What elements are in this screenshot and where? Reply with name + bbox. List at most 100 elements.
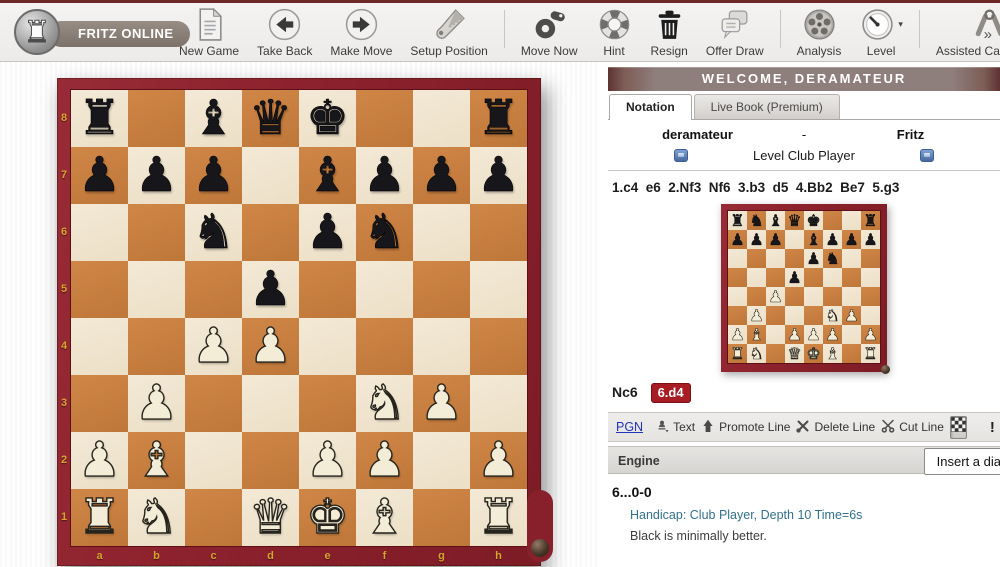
square-g5[interactable] — [413, 261, 470, 318]
text-button[interactable]: Text — [655, 419, 695, 436]
square-h3[interactable] — [470, 375, 527, 432]
square-g8[interactable] — [413, 90, 470, 147]
square-a3[interactable] — [71, 375, 128, 432]
current-move-badge[interactable]: 6.d4 — [651, 383, 691, 403]
player-badge-icon[interactable] — [674, 149, 688, 162]
square-c5[interactable] — [185, 261, 242, 318]
square-e3[interactable] — [299, 375, 356, 432]
square-d7[interactable] — [242, 147, 299, 204]
square-b3[interactable]: ♟ — [128, 375, 185, 432]
piece-wQ-d1: ♛ — [785, 344, 804, 363]
offer-draw-button[interactable]: Offer Draw — [697, 4, 773, 60]
resign-button[interactable]: Resign — [642, 4, 697, 60]
square-c8[interactable]: ♝ — [185, 90, 242, 147]
square-c4[interactable]: ♟ — [185, 318, 242, 375]
rank-label-6: 6 — [57, 204, 71, 261]
square-f6[interactable]: ♞ — [356, 204, 413, 261]
square-c2[interactable] — [185, 432, 242, 489]
square-h6[interactable] — [470, 204, 527, 261]
square-e1[interactable]: ♚ — [299, 489, 356, 546]
square-e5[interactable] — [299, 261, 356, 318]
square-b1[interactable]: ♞ — [128, 489, 185, 546]
square-a2[interactable]: ♟ — [71, 432, 128, 489]
promote-line-button[interactable]: Promote Line — [701, 419, 790, 436]
square-h1[interactable]: ♜ — [470, 489, 527, 546]
square-e4[interactable] — [299, 318, 356, 375]
level-button[interactable]: ▾Level — [850, 4, 912, 60]
square-f5[interactable] — [356, 261, 413, 318]
rank-label-3: 3 — [57, 375, 71, 432]
tab-live-book-premium[interactable]: Live Book (Premium) — [694, 94, 840, 119]
square-b8[interactable] — [128, 90, 185, 147]
square-h4[interactable] — [470, 318, 527, 375]
new-game-button[interactable]: New Game — [170, 4, 248, 60]
square-b2[interactable]: ♝ — [128, 432, 185, 489]
square-c3[interactable] — [185, 375, 242, 432]
analysis-button[interactable]: Analysis — [788, 4, 851, 60]
square-a5[interactable] — [71, 261, 128, 318]
square-d6[interactable] — [242, 204, 299, 261]
square-e6[interactable]: ♟ — [299, 204, 356, 261]
square-f8[interactable] — [356, 90, 413, 147]
toolbar-overflow-button[interactable]: » — [984, 26, 992, 43]
hint-button[interactable]: Hint — [587, 4, 642, 60]
square-f4[interactable] — [356, 318, 413, 375]
square-c1[interactable] — [185, 489, 242, 546]
take-back-icon — [266, 5, 303, 43]
square-a7[interactable]: ♟ — [71, 147, 128, 204]
piece-bK-e8: ♚ — [299, 90, 356, 146]
square-e7[interactable]: ♝ — [299, 147, 356, 204]
square-a1[interactable]: ♜ — [71, 489, 128, 546]
square-d1[interactable]: ♛ — [242, 489, 299, 546]
square-h3 — [861, 306, 880, 325]
take-back-button[interactable]: Take Back — [248, 4, 321, 60]
square-c7[interactable]: ♟ — [185, 147, 242, 204]
level-dropdown-caret-icon[interactable]: ▾ — [898, 19, 903, 30]
setup-position-button[interactable]: Setup Position — [401, 4, 496, 60]
square-h8[interactable]: ♜ — [470, 90, 527, 147]
tab-notation[interactable]: Notation — [609, 94, 692, 120]
square-d8[interactable]: ♛ — [242, 90, 299, 147]
cut-line-button[interactable]: Cut Line — [881, 419, 944, 436]
square-d3[interactable] — [242, 375, 299, 432]
square-b6[interactable] — [128, 204, 185, 261]
square-a8[interactable]: ♜ — [71, 90, 128, 147]
square-e2[interactable]: ♟ — [299, 432, 356, 489]
square-f1[interactable]: ♝ — [356, 489, 413, 546]
square-b4[interactable] — [128, 318, 185, 375]
square-b5[interactable] — [128, 261, 185, 318]
move-list[interactable]: 1.c4 e6 2.Nf3 Nf6 3.b3 d5 4.Bb2 Be7 5.g3 — [608, 171, 1000, 195]
square-c6[interactable]: ♞ — [185, 204, 242, 261]
square-a6[interactable] — [71, 204, 128, 261]
app-logo[interactable]: FRITZ ONLINE ♜ — [8, 6, 168, 58]
square-e8[interactable]: ♚ — [299, 90, 356, 147]
square-g6[interactable] — [413, 204, 470, 261]
square-g4[interactable] — [413, 318, 470, 375]
square-a4[interactable] — [71, 318, 128, 375]
square-g3[interactable]: ♟ — [413, 375, 470, 432]
square-h5[interactable] — [470, 261, 527, 318]
move-now-button[interactable]: Move Now — [512, 4, 587, 60]
square-b7[interactable]: ♟ — [128, 147, 185, 204]
player-badge-icon[interactable] — [920, 149, 934, 162]
make-move-button[interactable]: Make Move — [321, 4, 401, 60]
square-h2[interactable]: ♟ — [470, 432, 527, 489]
square-e2: ♟ — [804, 325, 823, 344]
square-d4[interactable]: ♟ — [242, 318, 299, 375]
square-f7[interactable]: ♟ — [356, 147, 413, 204]
square-g7[interactable]: ♟ — [413, 147, 470, 204]
delete-line-button[interactable]: Delete Line — [796, 419, 875, 436]
square-d5[interactable]: ♟ — [242, 261, 299, 318]
insert-diagram-toggle-button[interactable] — [950, 416, 967, 439]
square-d2[interactable] — [242, 432, 299, 489]
square-f3[interactable]: ♞ — [356, 375, 413, 432]
insert-diagram-button[interactable]: Insert a dia — [924, 448, 1000, 475]
move-text[interactable]: Nc6 — [612, 384, 638, 400]
toolbar-separator — [919, 10, 920, 48]
good-move-annotation-button[interactable]: ! — [983, 419, 1000, 436]
square-h7[interactable]: ♟ — [470, 147, 527, 204]
square-f2[interactable]: ♟ — [356, 432, 413, 489]
pgn-link[interactable]: PGN — [616, 420, 643, 434]
square-g1[interactable] — [413, 489, 470, 546]
square-g2[interactable] — [413, 432, 470, 489]
